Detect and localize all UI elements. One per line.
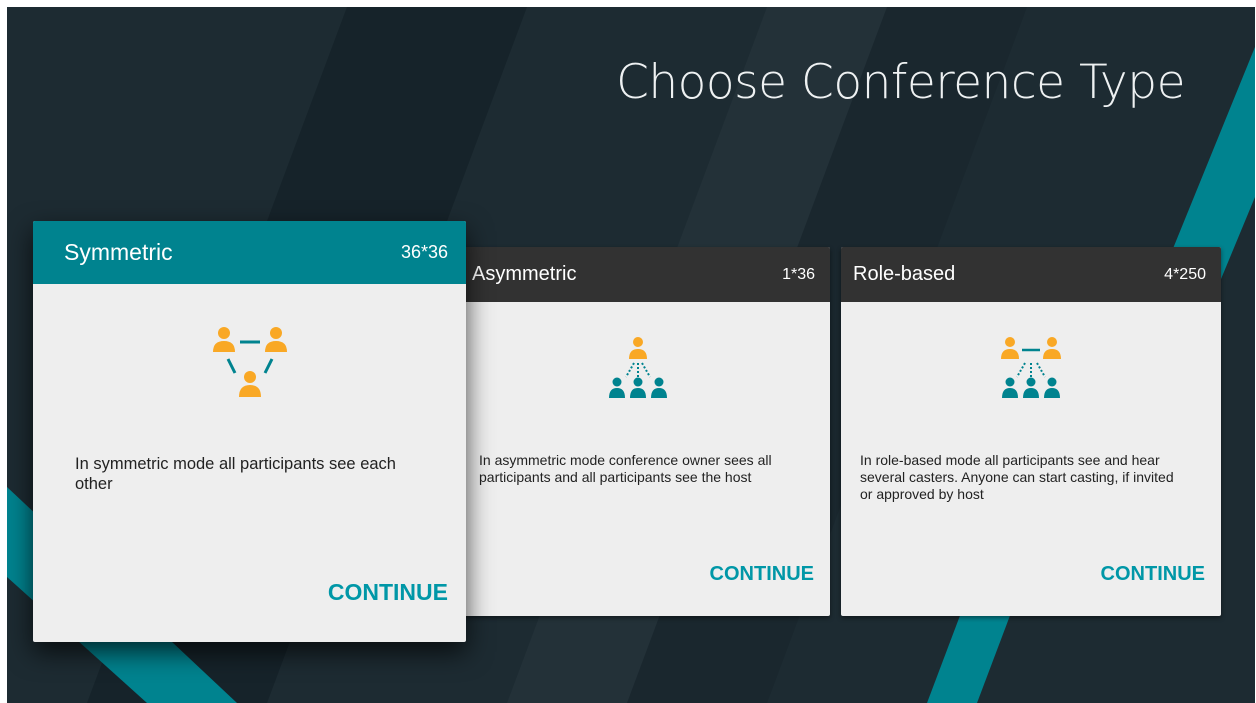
app-screen: Choose Conference Type Asymmetric 1*36 I…: [7, 7, 1255, 703]
card-title: Asymmetric: [472, 263, 577, 285]
card-title: Symmetric: [64, 239, 173, 265]
card-description: In role-based mode all participants see …: [860, 452, 1174, 502]
participant-count: 4*250: [1164, 265, 1206, 283]
host-to-participants-icon: [609, 337, 667, 398]
card-header: Asymmetric 1*36: [460, 247, 830, 302]
card-description: In asymmetric mode conference owner sees…: [479, 452, 772, 485]
participant-count: 1*36: [782, 265, 815, 283]
casters-to-participants-icon: [1001, 337, 1061, 398]
card-title: Role-based: [853, 263, 956, 285]
card-role-based[interactable]: Role-based 4*250 In role-based mode all …: [841, 247, 1221, 616]
continue-button[interactable]: CONTINUE: [1101, 563, 1205, 586]
card-header: Role-based 4*250: [841, 247, 1221, 302]
card-description: In symmetric mode all participants see e…: [75, 455, 396, 493]
card-asymmetric[interactable]: Asymmetric 1*36 In asymmetric mode confe…: [460, 247, 830, 616]
continue-button[interactable]: CONTINUE: [710, 563, 814, 586]
page-title: Choose Conference Type: [616, 55, 1185, 110]
triangle-participants-icon: [213, 327, 287, 397]
participant-count: 36*36: [400, 242, 448, 262]
card-header: Symmetric 36*36: [33, 221, 466, 284]
card-symmetric[interactable]: Symmetric 36*36 In symmetric mode all pa…: [33, 221, 466, 642]
continue-button[interactable]: CONTINUE: [328, 579, 448, 606]
